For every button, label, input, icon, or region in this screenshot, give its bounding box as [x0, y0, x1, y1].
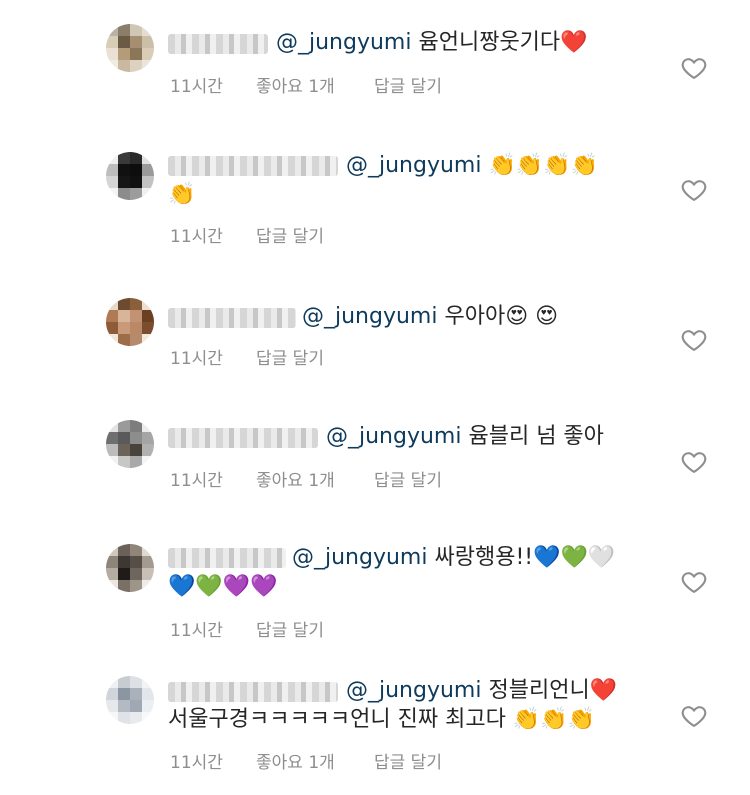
avatar[interactable]: [106, 676, 154, 724]
heart-outline-icon[interactable]: [680, 54, 708, 82]
comment-text: @_jungyumi 윰언니짱웃기다❤️: [276, 28, 588, 58]
comment-text: @_jungyumi 👏👏👏👏: [346, 151, 598, 181]
comment-body: 서울구경ㅋㅋㅋㅋㅋ언니 진짜 최고다 👏👏👏: [168, 707, 595, 732]
reply-button[interactable]: 답글 달기: [374, 72, 442, 97]
comment-text: @_jungyumi 정블리언니❤️: [346, 676, 617, 706]
comment-text-line2: 💙💚💜💜: [168, 572, 278, 602]
heart-outline-icon[interactable]: [680, 448, 708, 476]
comment-text: @_jungyumi 우아아😍 😍: [302, 302, 558, 332]
timestamp: 11시간: [170, 621, 223, 641]
reply-button[interactable]: 답글 달기: [256, 222, 324, 247]
timestamp: 11시간: [170, 227, 223, 247]
username-blurred[interactable]: [168, 34, 268, 54]
heart-outline-icon[interactable]: [680, 702, 708, 730]
avatar[interactable]: [106, 298, 154, 346]
avatar[interactable]: [106, 24, 154, 72]
timestamp: 11시간: [170, 349, 223, 369]
comment-body: 👏: [168, 182, 196, 207]
mention-link[interactable]: @_jungyumi: [326, 424, 461, 449]
comment-body: 👏👏👏👏: [488, 153, 599, 178]
comment-body: 싸랑행용!!💙💚🤍: [434, 545, 616, 570]
reply-button[interactable]: 답글 달기: [374, 466, 442, 491]
mention-link[interactable]: @_jungyumi: [292, 545, 427, 570]
comment-body: 우아아😍 😍: [444, 304, 559, 329]
comment-text-line2: 👏: [168, 180, 195, 210]
reply-button[interactable]: 답글 달기: [256, 616, 324, 641]
mention-link[interactable]: @_jungyumi: [346, 678, 481, 703]
comment-text: @_jungyumi 윰블리 넘 좋아: [326, 422, 604, 452]
comment-body: 정블리언니❤️: [488, 678, 618, 703]
avatar[interactable]: [106, 544, 154, 592]
avatar[interactable]: [106, 152, 154, 200]
username-blurred[interactable]: [168, 156, 338, 176]
heart-outline-icon[interactable]: [680, 568, 708, 596]
likes-count[interactable]: 좋아요 1개: [256, 466, 335, 491]
timestamp: 11시간: [170, 77, 223, 97]
heart-outline-icon[interactable]: [680, 176, 708, 204]
likes-count[interactable]: 좋아요 1개: [256, 72, 335, 97]
mention-link[interactable]: @_jungyumi: [302, 304, 437, 329]
username-blurred[interactable]: [168, 548, 286, 568]
username-blurred[interactable]: [168, 682, 338, 702]
mention-link[interactable]: @_jungyumi: [276, 30, 411, 55]
mention-link[interactable]: @_jungyumi: [346, 153, 481, 178]
avatar[interactable]: [106, 420, 154, 468]
timestamp: 11시간: [170, 753, 223, 773]
comment-body: 윰언니짱웃기다❤️: [418, 30, 588, 55]
username-blurred[interactable]: [168, 308, 296, 328]
reply-button[interactable]: 답글 달기: [374, 748, 442, 773]
likes-count[interactable]: 좋아요 1개: [256, 748, 335, 773]
username-blurred[interactable]: [168, 428, 318, 448]
comment-body: 윰블리 넘 좋아: [468, 424, 604, 449]
reply-button[interactable]: 답글 달기: [256, 344, 324, 369]
comment-text: @_jungyumi 싸랑행용!!💙💚🤍: [292, 543, 615, 573]
timestamp: 11시간: [170, 471, 223, 491]
comment-body: 💙💚💜💜: [168, 574, 278, 599]
heart-outline-icon[interactable]: [680, 326, 708, 354]
comment-text-line2: 서울구경ㅋㅋㅋㅋㅋ언니 진짜 최고다 👏👏👏: [168, 705, 595, 735]
